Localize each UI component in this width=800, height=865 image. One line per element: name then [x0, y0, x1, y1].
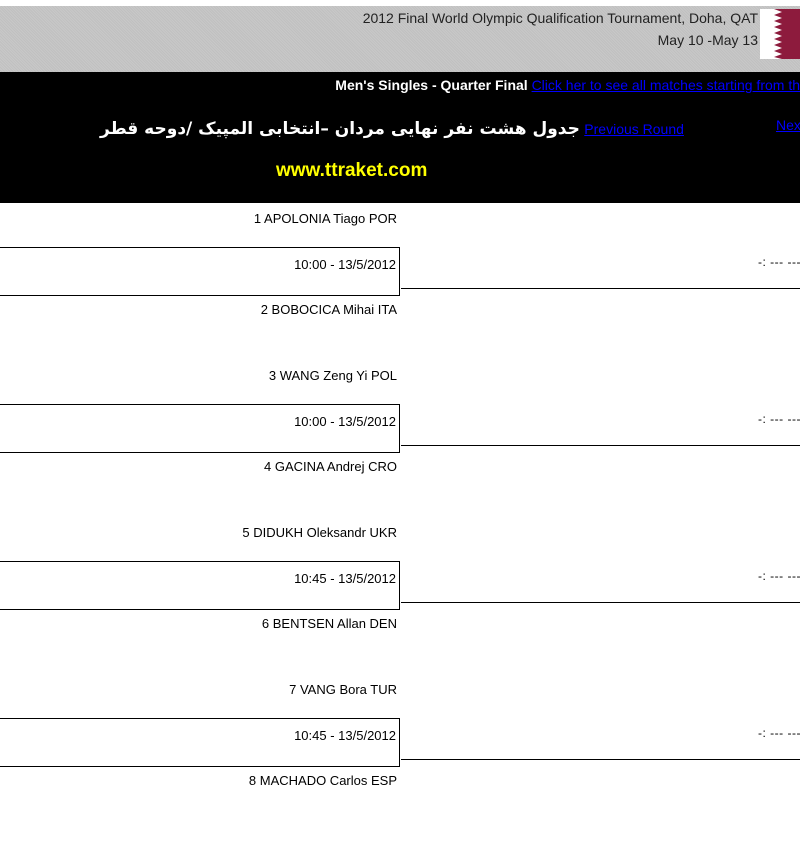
website-label: www.ttraket.com	[276, 160, 428, 181]
match-score: -: --- ---	[758, 569, 800, 583]
round-line: Men's Singles - Quarter Final Click her …	[335, 77, 800, 93]
player-bottom: 2 BOBOCICA Mihai ITA	[260, 302, 397, 317]
tournament-dates: May 10 -May 13	[657, 32, 758, 48]
player-bottom: 6 BENTSEN Allan DEN	[261, 616, 397, 631]
match-box: 10:00 - 13/5/2012	[0, 247, 400, 296]
bracket-connector	[401, 759, 800, 760]
match-box: 10:00 - 13/5/2012	[0, 404, 400, 453]
match-score: -: --- ---	[758, 726, 800, 740]
qatar-flag-icon	[760, 9, 800, 59]
all-matches-link[interactable]: Click her to see all matches starting fr…	[532, 77, 800, 93]
previous-round-link[interactable]: Previous Round	[584, 121, 684, 137]
next-round-link[interactable]: Nex	[776, 117, 800, 133]
player-top: 7 VANG Bora TUR	[289, 682, 397, 697]
match-time: 10:00 - 13/5/2012	[294, 414, 396, 429]
player-top: 1 APOLONIA Tiago POR	[253, 211, 397, 226]
match-time: 10:45 - 13/5/2012	[294, 728, 396, 743]
persian-title: جدول هشت نفر نهایی مردان –انتخابی المپیک…	[100, 119, 580, 139]
player-top: 5 DIDUKH Oleksandr UKR	[242, 525, 397, 540]
player-bottom: 8 MACHADO Carlos ESP	[248, 773, 397, 788]
round-title: Men's Singles - Quarter Final	[335, 77, 528, 93]
match-time: 10:45 - 13/5/2012	[294, 571, 396, 586]
round-banner: Men's Singles - Quarter Final Click her …	[0, 72, 800, 203]
match-box: 10:45 - 13/5/2012	[0, 561, 400, 610]
player-bottom: 4 GACINA Andrej CRO	[264, 459, 397, 474]
player-top: 3 WANG Zeng Yi POL	[268, 368, 397, 383]
bracket-connector	[401, 445, 800, 446]
bracket-connector	[401, 602, 800, 603]
match-score: -: --- ---	[758, 412, 800, 426]
match-box: 10:45 - 13/5/2012	[0, 718, 400, 767]
match-time: 10:00 - 13/5/2012	[294, 257, 396, 272]
tournament-title: 2012 Final World Olympic Qualification T…	[362, 10, 758, 26]
bracket-connector	[401, 288, 800, 289]
persian-title-line: جدول هشت نفر نهایی مردان –انتخابی المپیک…	[100, 119, 684, 139]
tournament-header: 2012 Final World Olympic Qualification T…	[0, 6, 800, 72]
match-score: -: --- ---	[758, 255, 800, 269]
